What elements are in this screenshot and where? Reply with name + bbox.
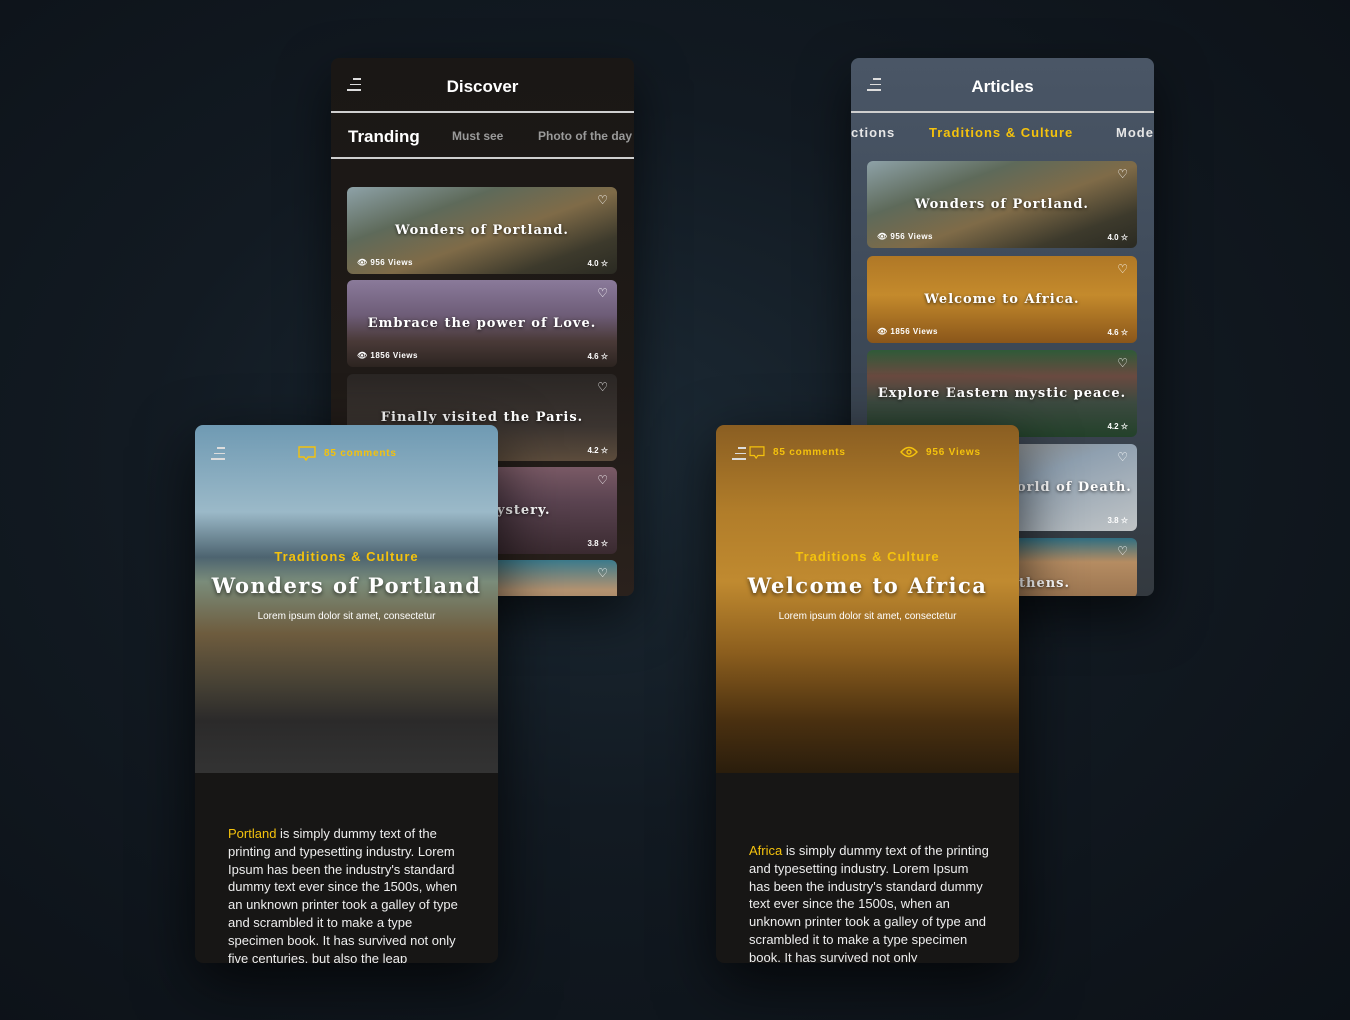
portland-detail-screen: Traditions & Culture Wonders of Portland… [195, 425, 498, 963]
article-card[interactable]: Embrace the power of Love. ♡ 👁︎ 1856 Views… [347, 280, 617, 367]
star-icon[interactable]: ☆ [1121, 516, 1128, 525]
views-count: 👁︎ 956 Views [357, 258, 413, 267]
comments-count: 85 comments [324, 448, 397, 459]
card-title: Explore Eastern mystic peace. [877, 386, 1127, 401]
heart-icon[interactable]: ♡ [597, 380, 608, 394]
category-label: Traditions & Culture [795, 549, 940, 564]
rating: 3.8 ☆ [1107, 516, 1128, 525]
rating-value: 3.8 [587, 539, 599, 548]
body-text: is simply dummy text of the printing and… [749, 843, 989, 962]
heart-icon[interactable]: ♡ [597, 473, 608, 487]
eye-icon: 👁︎ [357, 258, 368, 267]
article-subtitle: Lorem ipsum dolor sit amet, consectetur [778, 611, 957, 622]
header: Articles [851, 58, 1154, 113]
tab-photo-of-the-day[interactable]: Photo of the day [538, 129, 632, 143]
card-title: Welcome to Africa. [924, 292, 1080, 307]
comments-link[interactable]: 85 comments [298, 446, 397, 461]
star-icon[interactable]: ☆ [601, 539, 608, 548]
body-highlight: Africa [749, 843, 783, 858]
heart-icon[interactable]: ♡ [597, 286, 608, 300]
tab-traditions-culture[interactable]: Traditions & Culture [929, 125, 1073, 140]
article-card[interactable]: Wonders of Portland. ♡ 👁︎ 956 Views 4.0 ☆ [347, 187, 617, 274]
rating-value: 4.2 [1107, 422, 1119, 431]
menu-icon[interactable] [211, 447, 225, 461]
card-title: Embrace the power of Love. [367, 316, 597, 331]
comment-icon [749, 446, 765, 459]
card-title: Wonders of Portland. [395, 223, 569, 238]
views-count: 👁︎ 1856 Views [877, 327, 938, 336]
menu-icon[interactable] [732, 447, 746, 461]
views-label: 956 Views [370, 258, 413, 267]
tab-bar: Tranding Must see Photo of the day [331, 113, 634, 159]
eye-icon: 👁︎ [357, 351, 368, 360]
article-card[interactable]: Wonders of Portland. ♡ 👁︎ 956 Views 4.0 ☆ [867, 161, 1137, 248]
rating-value: 4.0 [587, 259, 599, 268]
star-icon[interactable]: ☆ [1121, 328, 1128, 337]
rating-value: 4.2 [587, 446, 599, 455]
page-title: Articles [971, 77, 1034, 96]
africa-detail-screen: Traditions & Culture Welcome to Africa L… [716, 425, 1019, 963]
heart-icon[interactable]: ♡ [1117, 167, 1128, 181]
card-title: ystery. [497, 503, 551, 518]
heart-icon[interactable]: ♡ [1117, 356, 1128, 370]
card-title: Finally visited the Paris. [380, 410, 584, 425]
rating: 4.0 ☆ [1107, 233, 1128, 242]
tab-bar: ctions Traditions & Culture Moder [851, 113, 1154, 159]
rating: 4.2 ☆ [1107, 422, 1128, 431]
star-icon[interactable]: ☆ [1121, 233, 1128, 242]
heart-icon[interactable]: ♡ [597, 566, 608, 580]
rating-value: 4.6 [1107, 328, 1119, 337]
tab-must-see[interactable]: Must see [452, 129, 503, 143]
article-title: Wonders of Portland [211, 573, 482, 598]
views-count: 👁︎ 956 Views [877, 232, 933, 241]
body-highlight: Portland [228, 826, 277, 841]
article-card[interactable]: Welcome to Africa. ♡ 👁︎ 1856 Views 4.6 ☆ [867, 256, 1137, 343]
heart-icon[interactable]: ♡ [1117, 544, 1128, 558]
eye-icon: 👁︎ [877, 327, 888, 336]
tab-collections[interactable]: ctions [851, 125, 895, 140]
article-title: Welcome to Africa [747, 573, 988, 598]
tab-tranding[interactable]: Tranding [348, 127, 420, 147]
rating: 4.6 ☆ [1107, 328, 1128, 337]
article-body: Portland is simply dummy text of the pri… [228, 825, 468, 963]
rating-value: 4.0 [1107, 233, 1119, 242]
rating: 4.0 ☆ [587, 259, 608, 268]
star-icon[interactable]: ☆ [1121, 422, 1128, 431]
eye-icon [900, 446, 918, 458]
heart-icon[interactable]: ♡ [1117, 262, 1128, 276]
header: Discover [331, 58, 634, 113]
article-card[interactable]: Explore Eastern mystic peace. ♡ 4.2 ☆ [867, 350, 1137, 437]
views-label: 1856 Views [370, 351, 418, 360]
comments-count: 85 comments [773, 447, 846, 458]
views-count: 956 Views [900, 446, 981, 458]
heart-icon[interactable]: ♡ [597, 193, 608, 207]
comment-icon [298, 446, 316, 461]
views-label: 956 Views [926, 446, 981, 458]
body-text: is simply dummy text of the printing and… [228, 826, 458, 963]
card-title: Wonders of Portland. [915, 197, 1089, 212]
eye-icon: 👁︎ [877, 232, 888, 241]
rating-value: 3.8 [1107, 516, 1119, 525]
hero-image: Traditions & Culture Wonders of Portland… [195, 425, 498, 773]
rating-value: 4.6 [587, 352, 599, 361]
rating: 4.2 ☆ [587, 446, 608, 455]
star-icon[interactable]: ☆ [601, 259, 608, 268]
heart-icon[interactable]: ♡ [1117, 450, 1128, 464]
comments-link[interactable]: 85 comments [749, 446, 846, 459]
star-icon[interactable]: ☆ [601, 352, 608, 361]
views-label: 956 Views [890, 232, 933, 241]
star-icon[interactable]: ☆ [601, 446, 608, 455]
rating: 3.8 ☆ [587, 539, 608, 548]
page-title: Discover [446, 77, 519, 96]
hero-image: Traditions & Culture Welcome to Africa L… [716, 425, 1019, 773]
views-count: 👁︎ 1856 Views [357, 351, 418, 360]
rating: 4.6 ☆ [587, 352, 608, 361]
card-title: orld of Death. [1017, 480, 1132, 495]
views-label: 1856 Views [890, 327, 938, 336]
card-title: thens. [1019, 576, 1071, 591]
category-label: Traditions & Culture [274, 549, 419, 564]
article-subtitle: Lorem ipsum dolor sit amet, consectetur [257, 611, 436, 622]
article-body: Africa is simply dummy text of the print… [749, 842, 989, 962]
tab-modern[interactable]: Moder [1116, 125, 1154, 140]
